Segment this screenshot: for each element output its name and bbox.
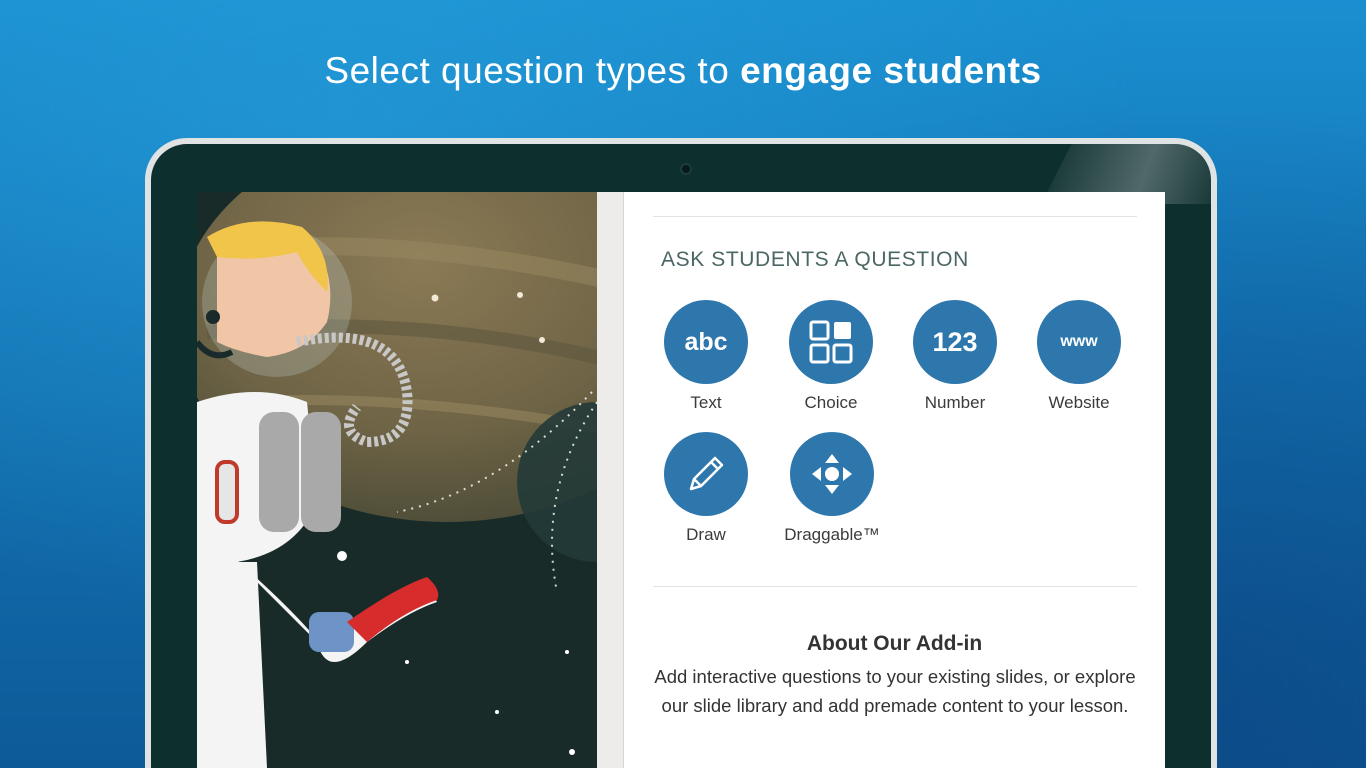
choice-grid-icon xyxy=(789,300,873,384)
question-type-label: Draw xyxy=(686,525,726,544)
laptop-screen: ASK STUDENTS A QUESTION abc Text Choice … xyxy=(197,192,1165,768)
draggable-arrows-icon xyxy=(790,432,874,516)
pencil-svg xyxy=(689,456,724,491)
number-glyph: 123 xyxy=(932,326,978,357)
abc-glyph: abc xyxy=(684,327,728,356)
www-glyph: www xyxy=(1060,333,1098,350)
astronaut-illustration-svg xyxy=(197,192,597,768)
question-type-label: Draggable™ xyxy=(784,525,880,544)
headline-bold: engage students xyxy=(740,50,1042,91)
pane-divider[interactable] xyxy=(597,192,624,768)
about-text: Add interactive questions to your existi… xyxy=(654,666,1136,716)
question-type-label: Text xyxy=(690,393,722,412)
top-divider xyxy=(653,216,1137,217)
question-type-label: Choice xyxy=(804,393,858,412)
number-icon: 123 xyxy=(913,300,997,384)
question-type-choice[interactable]: Choice xyxy=(776,300,886,413)
about-title: About Our Add-in xyxy=(806,632,983,655)
pencil-icon xyxy=(664,432,748,516)
question-type-label: Website xyxy=(1048,393,1110,412)
draggable-arrows-svg xyxy=(812,454,852,494)
question-type-draggable[interactable]: Draggable™ xyxy=(777,432,887,545)
middle-divider xyxy=(653,586,1137,587)
abc-text-icon: abc xyxy=(664,300,748,384)
website-www-icon: www xyxy=(1037,300,1121,384)
question-type-label: Number xyxy=(924,393,986,412)
question-type-website[interactable]: www Website xyxy=(1024,300,1134,413)
headline-regular: Select question types to xyxy=(324,50,741,91)
section-title: ASK STUDENTS A QUESTION xyxy=(661,248,969,271)
addin-panel: ASK STUDENTS A QUESTION abc Text Choice … xyxy=(624,192,1165,768)
question-type-text[interactable]: abc Text xyxy=(651,300,761,413)
question-type-draw[interactable]: Draw xyxy=(651,432,761,545)
astronaut-illustration xyxy=(197,192,597,768)
webcam-icon xyxy=(680,163,692,175)
question-type-number[interactable]: 123 Number xyxy=(900,300,1010,413)
headline: Select question types to engage students xyxy=(0,50,1366,92)
choice-grid-svg xyxy=(809,320,853,364)
